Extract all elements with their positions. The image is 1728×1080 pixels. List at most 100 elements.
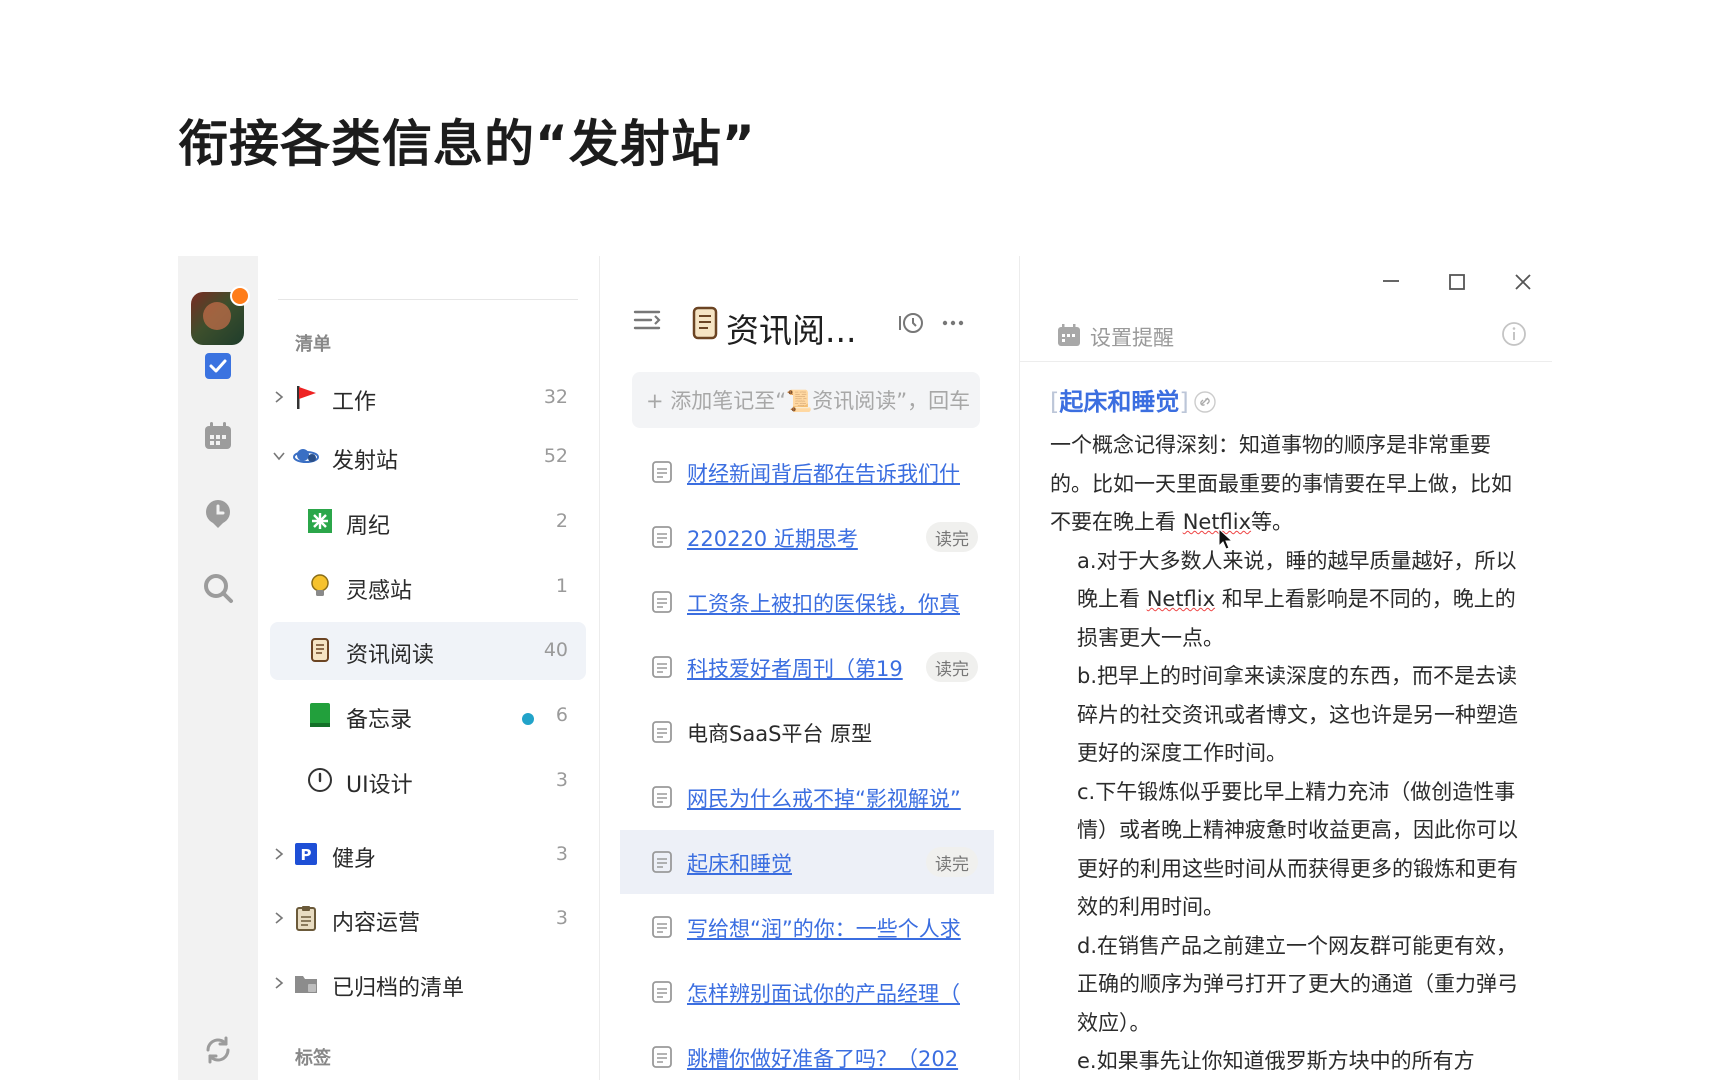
menu-icon[interactable] (632, 305, 662, 335)
calendar-icon[interactable] (202, 420, 234, 452)
green-star-icon (306, 507, 334, 535)
note-icon (650, 850, 674, 874)
list-item-content-ops[interactable]: 内容运营 3 (270, 890, 586, 948)
checkbox-icon[interactable] (202, 350, 234, 382)
doc-paragraph: d.在销售产品之前建立一个网友群可能更有效，正确的顺序为弹弓打开了更大的通道（重… (1050, 927, 1528, 1043)
pin-icon[interactable] (202, 498, 234, 530)
unread-dot (522, 713, 534, 725)
list-item-fitness[interactable]: P 健身 3 (270, 826, 586, 884)
note-icon (650, 1045, 674, 1069)
paragraph-text: b.把早上的时间拿来读深度的东西，而不是去读碎片的社交资讯或者博文，这也许是另一… (1077, 664, 1518, 765)
note-item[interactable]: 工资条上被扣的医保钱，你真 (620, 570, 994, 634)
list-label: 周纪 (346, 514, 391, 539)
list-label: 资讯阅读 (346, 643, 435, 668)
minimize-icon[interactable] (1376, 266, 1406, 296)
list-item-inspiration[interactable]: 灵感站 1 (270, 558, 586, 616)
history-icon[interactable] (898, 310, 924, 336)
list-item-launch-station[interactable]: 发射站 52 (270, 428, 586, 486)
list-count: 32 (543, 386, 568, 408)
paragraph-text: 等。 (1251, 510, 1294, 534)
note-icon (650, 915, 674, 939)
note-icon (650, 590, 674, 614)
list-label: 已归档的清单 (332, 976, 465, 1001)
chevron-right-icon[interactable] (272, 908, 288, 924)
note-item[interactable]: 科技爱好者周刊（第19 读完 (620, 635, 994, 699)
crown-badge-icon (230, 286, 250, 306)
mouse-cursor-icon (1218, 528, 1234, 550)
list-count: 1 (555, 575, 568, 597)
section-header-tags: 标签 (295, 1048, 331, 1069)
list-count: 40 (543, 639, 568, 661)
doc-title[interactable]: 起床和睡觉 (1059, 388, 1179, 416)
list-item-work[interactable]: 工作 32 (270, 369, 586, 427)
note-item[interactable]: 跳槽你做好准备了吗？（202 (620, 1025, 994, 1080)
sync-icon[interactable] (202, 1034, 234, 1066)
scroll-icon (688, 304, 724, 342)
add-note-input[interactable]: + 添加笔记至“📜资讯阅读”，回车 (632, 372, 980, 428)
note-title[interactable]: 跳槽你做好准备了吗？（202 (687, 1043, 981, 1073)
chevron-right-icon[interactable] (272, 844, 288, 860)
note-item[interactable]: 怎样辨别面试你的产品经理（ (620, 960, 994, 1024)
note-title[interactable]: 工资条上被扣的医保钱，你真 (687, 588, 981, 618)
list-label: 工作 (332, 390, 377, 415)
chevron-right-icon[interactable] (272, 387, 288, 403)
link-icon[interactable] (1194, 391, 1216, 413)
chevron-down-icon[interactable] (272, 446, 288, 462)
divider (278, 299, 578, 300)
list-label: 内容运营 (332, 911, 421, 936)
notes-title: 资讯阅... (726, 311, 857, 350)
note-title[interactable]: 起床和睡觉 (687, 848, 911, 878)
reminder-row[interactable]: 设置提醒 (1020, 308, 1552, 362)
note-title[interactable]: 怎样辨别面试你的产品经理（ (687, 978, 981, 1008)
chevron-right-icon[interactable] (272, 973, 288, 989)
paragraph-text: d.在销售产品之前建立一个网友群可能更有效，正确的顺序为弹弓打开了更大的通道（重… (1077, 933, 1518, 1035)
note-item[interactable]: 电商SaaS平台 原型 (620, 700, 994, 764)
note-item[interactable]: 写给想“润”的你：一些个人求 (620, 895, 994, 959)
list-item-ui-design[interactable]: UI设计 3 (270, 752, 586, 810)
note-title[interactable]: 电商SaaS平台 原型 (687, 718, 981, 748)
list-item-archived[interactable]: 已归档的清单 (270, 955, 586, 1013)
doc-body[interactable]: 一个概念记得深刻：知道事物的顺序是非常重要的。比如一天里面最重要的事情要在早上做… (1050, 426, 1528, 1080)
spellcheck-word: Netflix (1146, 587, 1216, 611)
list-item-memo[interactable]: 备忘录 6 (270, 687, 586, 745)
info-icon[interactable] (1500, 320, 1528, 348)
doc-paragraph: 一个概念记得深刻：知道事物的顺序是非常重要的。比如一天里面最重要的事情要在早上做… (1050, 426, 1528, 542)
note-title[interactable]: 220220 近期思考 (687, 523, 911, 553)
bracket-close: ] (1179, 388, 1189, 416)
close-icon[interactable] (1508, 267, 1538, 297)
paragraph-text: e.如果事先让你知道俄罗斯方块中的所有方 (1077, 1049, 1475, 1073)
clipboard-icon (292, 904, 320, 932)
note-tag[interactable]: 读完 (926, 522, 978, 552)
note-item[interactable]: 起床和睡觉 读完 (620, 830, 994, 894)
note-item[interactable]: 财经新闻背后都在告诉我们什 (620, 440, 994, 504)
more-icon[interactable] (940, 310, 966, 336)
section-header-lists: 清单 (295, 334, 331, 355)
list-label: 健身 (332, 847, 377, 872)
doc-paragraph: b.把早上的时间拿来读深度的东西，而不是去读碎片的社交资讯或者博文，这也许是另一… (1050, 657, 1528, 773)
search-icon[interactable] (202, 572, 234, 604)
note-title[interactable]: 财经新闻背后都在告诉我们什 (687, 458, 981, 488)
note-item[interactable]: 220220 近期思考 读完 (620, 505, 994, 569)
list-count: 2 (555, 510, 568, 532)
note-title[interactable]: 写给想“润”的你：一些个人求 (687, 913, 981, 943)
notes-panel: 资讯阅... + 添加笔记至“📜资讯阅读”，回车 财经新闻背后都在告诉我们什 22… (600, 256, 1020, 1080)
note-title[interactable]: 网民为什么戒不掉“影视解说” (687, 783, 981, 813)
lists-panel: 清单 工作 32 发射站 52 周纪 2 灵感站 1 资讯阅读 40 备忘录 6… (258, 256, 600, 1080)
note-tag[interactable]: 读完 (926, 652, 978, 682)
bracket-open: [ (1050, 388, 1060, 416)
doc-paragraph: e.如果事先让你知道俄罗斯方块中的所有方 (1050, 1042, 1528, 1080)
list-count: 3 (555, 843, 568, 865)
planet-icon (292, 442, 320, 470)
sidebar-rail (178, 256, 258, 1080)
detail-panel: 设置提醒 [起床和睡觉] 一个概念记得深刻：知道事物的顺序是非常重要的。比如一天… (1020, 256, 1552, 1080)
note-icon (650, 720, 674, 744)
note-title[interactable]: 科技爱好者周刊（第19 (687, 653, 911, 683)
list-item-news-reading[interactable]: 资讯阅读 40 (270, 622, 586, 680)
maximize-icon[interactable] (1442, 267, 1472, 297)
doc-paragraph: a.对于大多数人来说，睡的越早质量越好，所以晚上看 Netflix 和早上看影响… (1050, 542, 1528, 658)
list-count: 3 (555, 907, 568, 929)
note-tag[interactable]: 读完 (926, 847, 978, 877)
note-icon (650, 980, 674, 1004)
note-item[interactable]: 网民为什么戒不掉“影视解说” (620, 765, 994, 829)
list-item-weekly[interactable]: 周纪 2 (270, 493, 586, 551)
